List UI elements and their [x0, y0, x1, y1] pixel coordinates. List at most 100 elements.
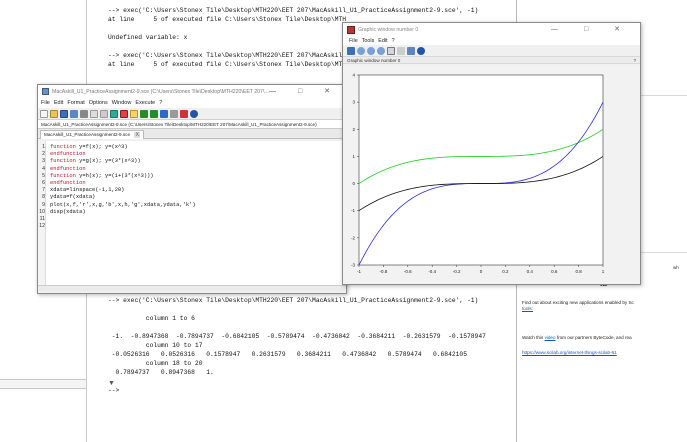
code-line[interactable]: disp(xdata): [50, 209, 86, 215]
graphic-window-app-icon: [347, 25, 355, 34]
console-bottom-line: 0.7894737 0.8947368 1.: [108, 369, 214, 376]
chevron-down-icon[interactable]: ▼: [108, 380, 115, 387]
code-text: ydata=f(xdata): [50, 194, 96, 201]
graphic-window[interactable]: Graphic window number 0 — □ ✕ File Tools…: [342, 22, 641, 285]
menu-help[interactable]: ?: [159, 100, 162, 106]
cut-icon[interactable]: [90, 109, 98, 118]
execute-icon[interactable]: [150, 109, 158, 118]
code-line[interactable]: plot(x,f,'r',x,g,'b',x,h,'g',xdata,ydata…: [50, 202, 196, 208]
x-tick-label: 0: [480, 269, 483, 274]
help-icon[interactable]: [190, 109, 198, 118]
save-icon[interactable]: [60, 109, 68, 118]
window-controls[interactable]: — □ ✕: [551, 25, 632, 33]
x-tick-label: 0.2: [502, 269, 509, 274]
scinotes-titlebar[interactable]: MacAskill_U1_PracticeAssignment2-9.sce (…: [38, 85, 346, 98]
code-line[interactable]: function y=f(x); y=(x^3): [50, 144, 128, 150]
save-as-icon[interactable]: [70, 109, 78, 118]
code-text: y=g(x); y=(3*(x^3)): [79, 158, 141, 165]
console-bottom-line: column 1 to 6: [108, 315, 195, 322]
code-keyword: endfunction: [50, 151, 86, 158]
graphic-window-menubar: File Tools Edit ?: [343, 36, 640, 45]
code-keyword: function: [50, 158, 80, 165]
news-tools-link[interactable]: tools:: [522, 306, 533, 311]
open-folder-icon[interactable]: [50, 109, 58, 118]
menu-edit[interactable]: Edit: [378, 38, 387, 44]
line-number: 2: [42, 151, 45, 158]
tab-close-icon[interactable]: X: [134, 132, 141, 138]
execute-file-icon[interactable]: [160, 109, 168, 118]
menu-execute[interactable]: Execute: [135, 100, 155, 106]
scinotes-window[interactable]: MacAskill_U1_PracticeAssignment2-9.sce (…: [37, 84, 347, 294]
code-editor[interactable]: 1 2 3 4 5 6 7 8 9 10 11 12 function y=f(x); y=(x^3)…: [38, 141, 346, 291]
news-video-prefix: Watch this: [522, 335, 545, 340]
datatip-icon[interactable]: [397, 46, 405, 55]
y-tick-label: 0: [352, 181, 355, 186]
window-controls[interactable]: — □ ✕: [269, 87, 340, 95]
undo-icon[interactable]: [110, 109, 118, 118]
graphic-window-titlebar[interactable]: Graphic window number 0 — □ ✕: [343, 23, 640, 36]
menu-edit[interactable]: Edit: [54, 100, 63, 106]
news-url-link[interactable]: https://www.scilab.org/internet-things-s…: [522, 350, 617, 355]
code-line[interactable]: endfunction: [50, 180, 86, 186]
zoom-out-icon[interactable]: [367, 46, 375, 55]
menu-format[interactable]: Format: [67, 100, 84, 106]
code-line[interactable]: endfunction: [50, 166, 86, 172]
help-icon[interactable]: [417, 46, 425, 55]
menu-tools[interactable]: Tools: [362, 38, 375, 44]
code-text: plot(x,f,'r',x,g,'b',x,h,'g',xdata,ydata…: [50, 201, 196, 208]
code-line[interactable]: function y=h(x); y=(1+(3*(x^3))): [50, 173, 154, 179]
plot-frame: [358, 74, 604, 266]
menu-help[interactable]: ?: [392, 38, 395, 44]
copy-icon[interactable]: [100, 109, 108, 118]
code-line[interactable]: xdata=linspace(-1,1,20): [50, 187, 124, 193]
find-icon[interactable]: [130, 109, 138, 118]
console-bottom-line: -->: [108, 387, 120, 394]
x-tick-label: -0.2: [453, 269, 461, 274]
rotate-icon[interactable]: [387, 46, 395, 55]
x-tick-label: 0.4: [527, 269, 534, 274]
scinotes-title: MacAskill_U1_PracticeAssignment2-9.sce (…: [52, 88, 269, 95]
x-tick-label: -1: [357, 269, 361, 274]
horizontal-scrollbar[interactable]: [38, 285, 346, 291]
line-number: 6: [42, 180, 45, 186]
y-tick-label: 3: [352, 100, 355, 105]
plot-area[interactable]: -1 -0.8 -0.6 -0.4 -0.2 0 0.2 0.4 0.6 0.8 1 -3 -2 -1 0 1…: [343, 65, 640, 284]
y-tick-label: 4: [352, 73, 355, 78]
line-number: 5: [42, 172, 45, 179]
menu-window[interactable]: Window: [112, 100, 132, 106]
news-video-suffix: from our partners ByteCode, and rea: [555, 335, 632, 340]
print-icon[interactable]: [80, 109, 88, 118]
tab-current-file[interactable]: MacAskill_U1_PracticeAssignment2-9.sce X: [40, 130, 145, 139]
new-file-icon[interactable]: [40, 109, 48, 118]
menu-file[interactable]: File: [41, 100, 50, 106]
code-text: disp(xdata): [50, 208, 86, 215]
line-number: 7: [42, 187, 45, 194]
zoom-in-icon[interactable]: [357, 46, 365, 55]
graphic-info-text: Graphic window number 0: [347, 58, 401, 63]
code-line[interactable]: ydata=f(xdata): [50, 194, 95, 200]
graphic-info-bar: Graphic window number 0 ?: [343, 56, 640, 64]
split-icon[interactable]: [170, 109, 178, 118]
line-number: 11: [39, 216, 45, 222]
run-icon[interactable]: [140, 109, 148, 118]
code-line[interactable]: function y=g(x); y=(3*(x^3)): [50, 158, 141, 164]
line-number: 1: [42, 144, 45, 150]
news-video-text: Watch this video from our partners ByteC…: [522, 335, 687, 340]
figure-icon[interactable]: [347, 46, 355, 55]
news-heading-fragment: wh: [673, 265, 679, 270]
news-text: Find out about exciting new applications…: [522, 300, 687, 312]
line-number: 12: [39, 223, 45, 230]
pan-icon[interactable]: [407, 46, 415, 55]
close-icon[interactable]: [180, 109, 188, 118]
menu-options[interactable]: Options: [89, 100, 108, 106]
redo-icon[interactable]: [120, 109, 128, 118]
zoom-area-icon[interactable]: [377, 46, 385, 55]
menu-file[interactable]: File: [349, 38, 358, 44]
code-line[interactable]: endfunction: [50, 151, 86, 157]
line-number: 9: [42, 201, 45, 208]
x-tick-label: 0.6: [551, 269, 558, 274]
y-tick-label: -2: [351, 235, 355, 240]
graphic-info-help[interactable]: ?: [633, 57, 636, 65]
news-video-link[interactable]: video: [545, 335, 556, 340]
console-top-line: --> exec('C:\Users\Stonex Tile\Desktop\M…: [108, 7, 479, 14]
